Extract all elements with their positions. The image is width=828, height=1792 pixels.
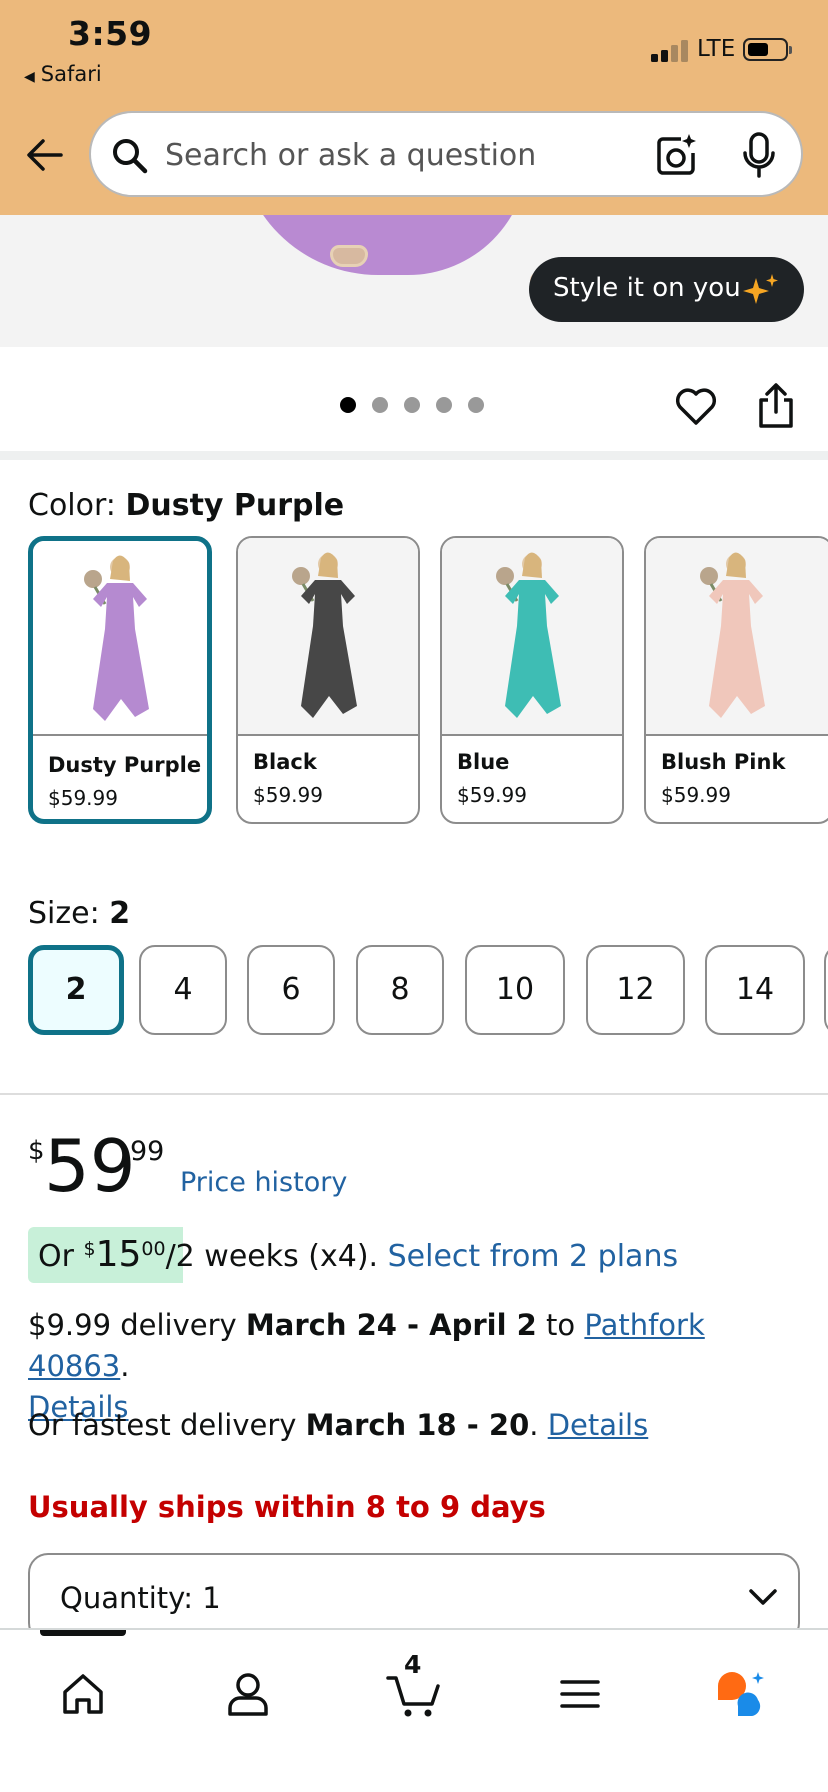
back-to-safari[interactable]: ◀ Safari (24, 62, 102, 86)
network-type: LTE (697, 36, 736, 62)
menu-icon[interactable] (556, 1670, 604, 1718)
color-thumbnail (442, 538, 622, 736)
delivery-to: to (536, 1308, 585, 1342)
price-currency: $ (28, 1136, 45, 1166)
price-whole: 59 (44, 1124, 136, 1208)
quantity-label: Quantity: (60, 1581, 203, 1615)
color-name: Blue (457, 750, 510, 774)
size-option[interactable]: 4 (139, 945, 227, 1035)
battery-icon (743, 38, 792, 61)
delivery-cost: $9.99 delivery (28, 1308, 246, 1342)
page-dot[interactable] (340, 397, 356, 413)
size-option[interactable]: 2 (28, 945, 124, 1035)
section-divider (0, 1093, 828, 1095)
color-option-blue[interactable]: Blue $59.99 (440, 536, 624, 824)
account-icon[interactable] (224, 1670, 272, 1718)
color-name: Dusty Purple (48, 753, 202, 777)
price-history-link[interactable]: Price history (180, 1167, 347, 1198)
back-arrow-icon[interactable] (25, 135, 65, 175)
size-label-prefix: Size: (28, 896, 110, 931)
back-app-label: Safari (40, 62, 102, 86)
color-price: $59.99 (48, 786, 118, 810)
delivery-period: . (120, 1349, 130, 1383)
shoe-image-fragment (330, 245, 368, 267)
installment-fraction: 00 (141, 1238, 166, 1260)
installment-currency: $ (83, 1238, 96, 1260)
selected-color: Dusty Purple (125, 488, 345, 523)
color-thumbnail (646, 538, 828, 736)
header: 3:59 ◀ Safari LTE (0, 0, 828, 215)
page-dot[interactable] (436, 397, 452, 413)
heart-icon[interactable] (674, 384, 718, 428)
quantity-label-row: Quantity: 1 (60, 1581, 221, 1615)
active-tab-indicator (40, 1630, 126, 1636)
dress-thumbnail-icon (84, 555, 149, 721)
search-icon (113, 139, 148, 174)
size-option-partial[interactable] (824, 945, 828, 1035)
cart-count: 4 (404, 1650, 422, 1679)
color-option-dusty-purple[interactable]: Dusty Purple $59.99 (28, 536, 212, 824)
size-label: Size: 2 (28, 896, 130, 931)
dress-thumbnail-icon (292, 552, 357, 718)
fastest-details-link[interactable]: Details (548, 1408, 649, 1442)
style-it-on-you-label: Style it on you (553, 273, 741, 303)
price-fraction: 99 (130, 1136, 165, 1167)
color-name: Black (253, 750, 317, 774)
page-dot[interactable] (404, 397, 420, 413)
installment-whole: 15 (95, 1234, 142, 1275)
rufus-icon[interactable] (714, 1670, 770, 1718)
installment-row: Or $1500/2 weeks (x4). Select from 2 pla… (38, 1234, 678, 1275)
search-bar[interactable] (89, 111, 803, 197)
status-time: 3:59 (68, 14, 153, 53)
color-thumbnail (238, 538, 418, 736)
color-label: Color: Dusty Purple (28, 488, 344, 523)
size-option[interactable]: 6 (247, 945, 335, 1035)
page-dot[interactable] (372, 397, 388, 413)
size-option[interactable]: 8 (356, 945, 444, 1035)
installment-or: Or (38, 1239, 84, 1274)
chevron-down-icon (749, 1589, 777, 1605)
fastest-prefix: Or fastest delivery (28, 1408, 306, 1442)
color-price: $59.99 (661, 783, 731, 807)
style-it-on-you-button[interactable]: Style it on you (529, 257, 804, 322)
color-thumbnail (33, 541, 207, 736)
bottom-nav: 4 (0, 1628, 828, 1792)
installment-period: /2 weeks (x4). (165, 1239, 388, 1274)
dress-image-fragment (238, 215, 528, 275)
quantity-value: 1 (202, 1581, 221, 1615)
selected-size: 2 (109, 896, 131, 931)
delivery-dates: March 24 - April 2 (245, 1308, 537, 1342)
size-option[interactable]: 10 (465, 945, 565, 1035)
fastest-period: . (529, 1408, 548, 1442)
camera-icon[interactable] (651, 131, 699, 179)
size-option[interactable]: 14 (705, 945, 805, 1035)
color-price: $59.99 (253, 783, 323, 807)
color-option-black[interactable]: Black $59.99 (236, 536, 420, 824)
section-divider (0, 451, 828, 460)
color-name: Blush Pink (661, 750, 786, 774)
dress-thumbnail-icon (700, 552, 765, 718)
sparkle-icon (743, 274, 778, 304)
search-input[interactable] (165, 133, 625, 177)
share-icon[interactable] (756, 382, 796, 430)
microphone-icon[interactable] (741, 131, 777, 179)
color-label-prefix: Color: (28, 488, 126, 523)
color-option-blush-pink[interactable]: Blush Pink $59.99 (644, 536, 828, 824)
size-option[interactable]: 12 (586, 945, 685, 1035)
home-icon[interactable] (59, 1670, 107, 1718)
dress-thumbnail-icon (496, 552, 561, 718)
page-dot[interactable] (468, 397, 484, 413)
back-triangle-icon: ◀ (24, 69, 35, 85)
signal-icon (651, 38, 691, 62)
shipping-note: Usually ships within 8 to 9 days (28, 1490, 546, 1524)
fastest-dates: March 18 - 20 (305, 1408, 530, 1442)
color-price: $59.99 (457, 783, 527, 807)
select-plans-link[interactable]: Select from 2 plans (388, 1239, 678, 1274)
fastest-delivery: Or fastest delivery March 18 - 20. Detai… (28, 1408, 648, 1442)
